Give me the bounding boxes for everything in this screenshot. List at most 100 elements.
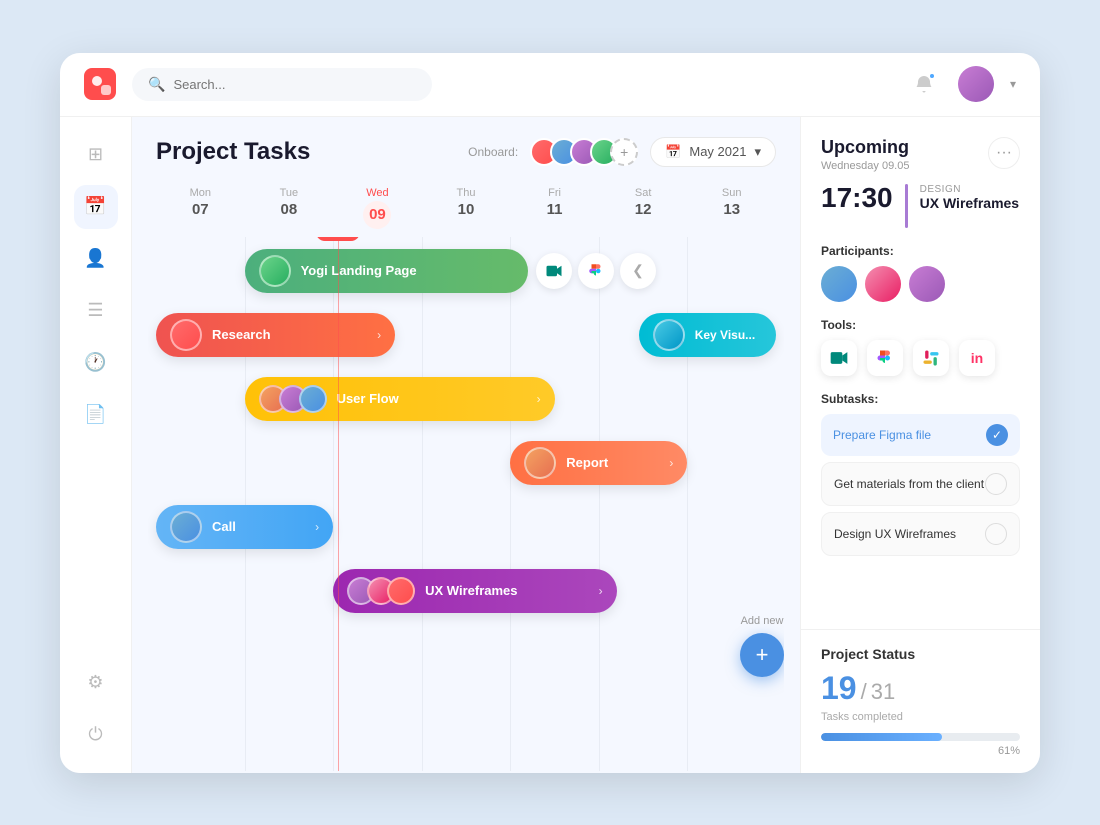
upcoming-header: Upcoming Wednesday 09.05 ··· [801, 117, 1040, 184]
task-label-research: Research [212, 327, 271, 342]
subtask-check-1: ✓ [986, 424, 1008, 446]
sidebar-item-person[interactable]: 👤 [74, 237, 118, 281]
task-avatar-keyvisual [653, 319, 685, 351]
day-name-mon: Mon [156, 187, 245, 199]
task-bar-keyvisual[interactable]: Key Visu... [639, 313, 776, 357]
tools-row: in [801, 340, 1040, 392]
project-status-bar-fill [821, 733, 942, 741]
project-status-label: Tasks completed [821, 711, 1020, 723]
add-new-label: Add new [741, 615, 784, 627]
add-new-area: Add new + [740, 615, 784, 677]
app-window: 🔍 ▾ ⊞ [60, 53, 1040, 773]
subtask-item-2[interactable]: Get materials from the client [821, 462, 1020, 506]
project-status-total: 31 [871, 679, 895, 705]
sidebar-item-grid[interactable]: ⊞ [74, 133, 118, 177]
slack-tool-icon[interactable] [913, 340, 949, 376]
chevron-left-icon[interactable]: ❮ [620, 253, 656, 289]
upcoming-title: Upcoming [821, 137, 909, 158]
logout-icon: ⏻ [88, 724, 102, 745]
research-arrow: › [377, 328, 381, 342]
task-avatar-report [524, 447, 556, 479]
right-panel: Upcoming Wednesday 09.05 ··· 17:30 Desig… [800, 117, 1040, 773]
invision-tool-icon[interactable]: in [959, 340, 995, 376]
figma-icon[interactable] [578, 253, 614, 289]
project-status-numbers: 19 / 31 [821, 670, 1020, 707]
subtask-check-3 [985, 523, 1007, 545]
task-row-call: Call › [156, 501, 776, 553]
user-dropdown-chevron[interactable]: ▾ [1010, 77, 1016, 91]
task-row-ux: UX Wireframes › Add new + [156, 565, 776, 617]
date-picker[interactable]: 📅 May 2021 ▾ [650, 137, 776, 167]
fab-button[interactable]: + [740, 633, 784, 677]
topbar-right: ▾ [906, 66, 1016, 102]
more-options-button[interactable]: ··· [988, 137, 1020, 169]
subtask-item-1[interactable]: Prepare Figma file ✓ [821, 414, 1020, 456]
task-avatar-yogi [259, 255, 291, 287]
participants-row [801, 266, 1040, 318]
outer-wrapper: 🔍 ▾ ⊞ [0, 0, 1100, 825]
user-avatar[interactable] [958, 66, 994, 102]
topbar: 🔍 ▾ [60, 53, 1040, 117]
list-icon: ☰ [87, 300, 103, 321]
task-label-report: Report [566, 455, 608, 470]
day-col-wed: Wed 09 [333, 179, 422, 237]
task-bar-userflow[interactable]: User Flow › [245, 377, 555, 421]
tools-label: Tools: [801, 318, 1040, 340]
settings-icon: ⚙ [87, 672, 103, 693]
day-num-sat: 12 [599, 201, 688, 218]
tasks-rows: Yogi Landing Page [148, 237, 784, 637]
notification-button[interactable] [906, 66, 942, 102]
search-input[interactable] [173, 77, 416, 92]
logo [84, 68, 116, 100]
sidebar-item-settings[interactable]: ⚙ [74, 661, 118, 705]
day-col-tue: Tue 08 [245, 179, 334, 237]
task-bar-report[interactable]: Report › [510, 441, 687, 485]
participant-2 [865, 266, 901, 302]
date-picker-chevron: ▾ [754, 144, 761, 160]
onboard-avatars: + [530, 138, 638, 166]
upcoming-event: 17:30 Design UX Wireframes [801, 184, 1040, 244]
task-avatars-userflow [259, 385, 327, 413]
task-bar-yogi[interactable]: Yogi Landing Page [245, 249, 528, 293]
day-col-fri: Fri 11 [510, 179, 599, 237]
task-icons-yogi: ❮ [536, 253, 656, 289]
day-col-thu: Thu 10 [422, 179, 511, 237]
project-status-bar-bg [821, 733, 1020, 741]
figma-tool-icon[interactable] [867, 340, 903, 376]
meet-tool-icon[interactable] [821, 340, 857, 376]
day-num-sun: 13 [687, 201, 776, 218]
day-num-thu: 10 [422, 201, 511, 218]
add-member-button[interactable]: + [610, 138, 638, 166]
task-bar-call[interactable]: Call › [156, 505, 333, 549]
task-bar-ux[interactable]: UX Wireframes › [333, 569, 616, 613]
search-bar[interactable]: 🔍 [132, 68, 432, 101]
sidebar-item-clock[interactable]: 🕐 [74, 341, 118, 385]
ux-arrow: › [599, 584, 603, 598]
event-info: Design UX Wireframes [920, 184, 1019, 211]
sidebar-item-doc[interactable]: 📄 [74, 393, 118, 437]
project-status-done: 19 [821, 670, 857, 707]
search-icon: 🔍 [148, 76, 165, 93]
day-name-sat: Sat [599, 187, 688, 199]
task-bar-research[interactable]: Research › [156, 313, 395, 357]
day-name-thu: Thu [422, 187, 511, 199]
page-title: Project Tasks [156, 138, 310, 166]
day-name-fri: Fri [510, 187, 599, 199]
day-name-sun: Sun [687, 187, 776, 199]
day-num-wed: 09 [363, 201, 391, 229]
task-label-keyvisual: Key Visu... [695, 328, 755, 342]
task-label-yogi: Yogi Landing Page [301, 263, 417, 278]
sidebar-item-list[interactable]: ☰ [74, 289, 118, 333]
call-arrow: › [315, 520, 319, 534]
task-row-research: Research › Key Visu... [156, 309, 776, 361]
main-content: ⊞ 📅 👤 ☰ 🕐 📄 ⚙ [60, 117, 1040, 773]
subtask-label-1: Prepare Figma file [833, 428, 931, 442]
sidebar-item-logout[interactable]: ⏻ [74, 713, 118, 757]
day-col-sun: Sun 13 [687, 179, 776, 237]
subtask-item-3[interactable]: Design UX Wireframes [821, 512, 1020, 556]
grid-icon: ⊞ [88, 144, 103, 165]
date-picker-icon: 📅 [665, 144, 681, 160]
meet-icon[interactable] [536, 253, 572, 289]
day-num-mon: 07 [156, 201, 245, 218]
sidebar-item-calendar[interactable]: 📅 [74, 185, 118, 229]
